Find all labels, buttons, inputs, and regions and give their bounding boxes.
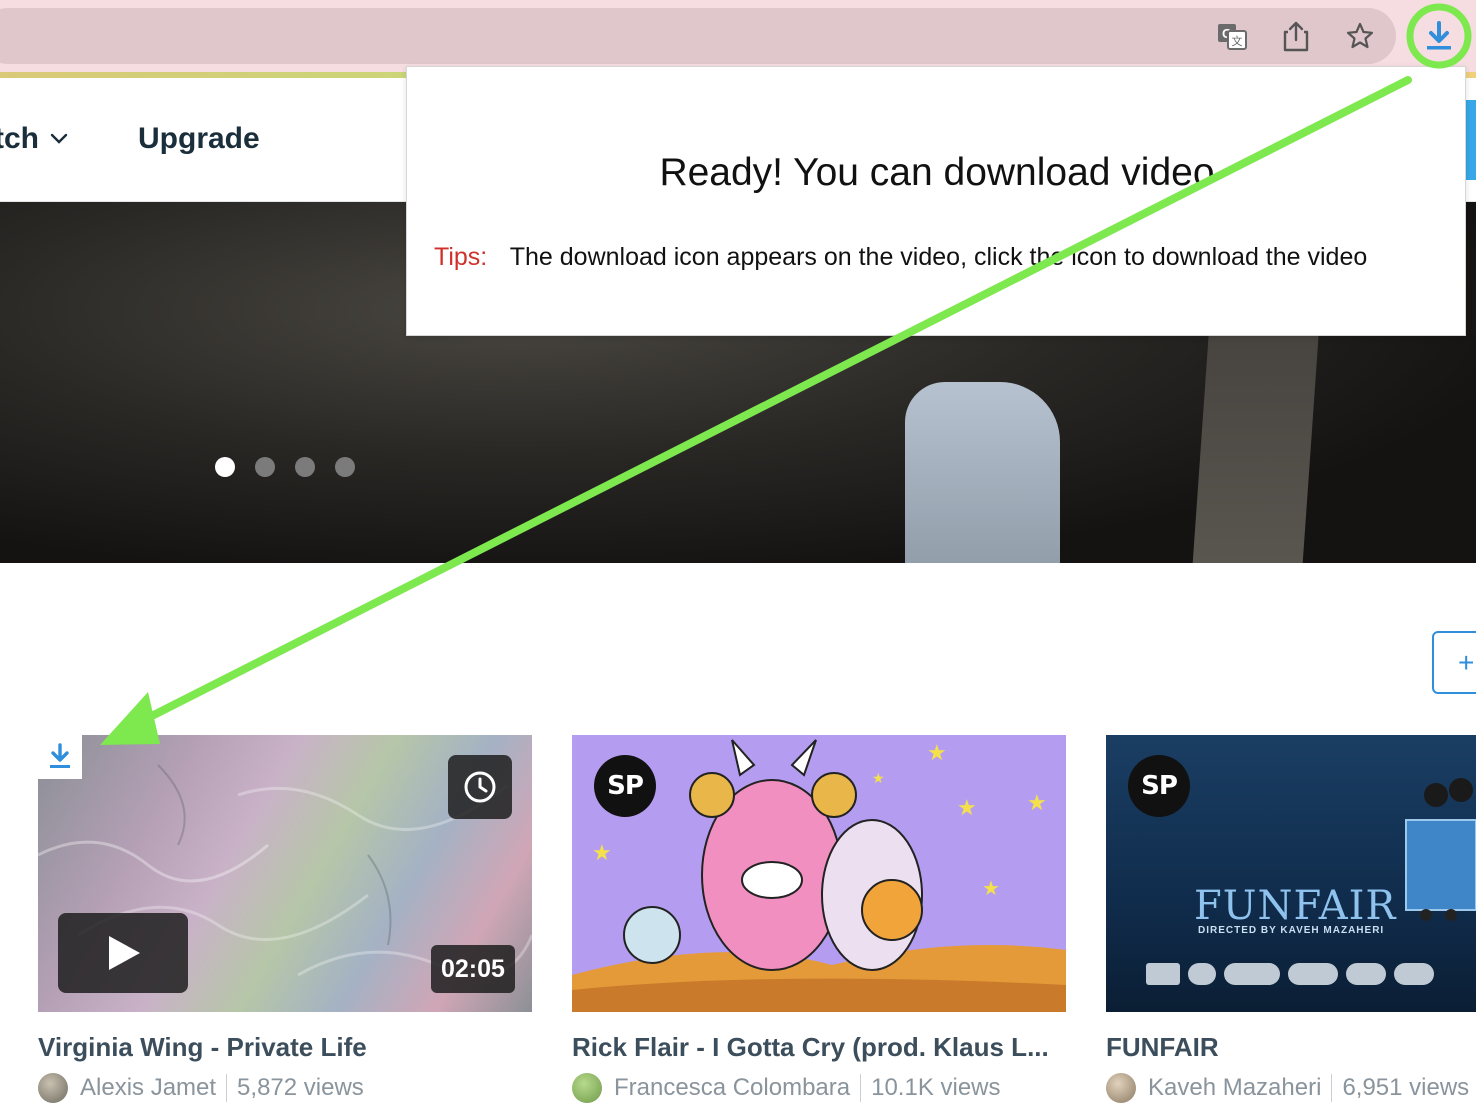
carousel-dot[interactable] (335, 457, 355, 477)
play-button[interactable] (58, 913, 188, 993)
video-views: 5,872 views (237, 1074, 364, 1101)
meta-divider (1331, 1074, 1333, 1102)
avatar[interactable] (38, 1073, 68, 1103)
nav-upgrade[interactable]: Upgrade (138, 122, 260, 156)
video-card[interactable]: ★ ★ ★ ★ ★ ★ SP Rick Flair - I Gotta Cry … (572, 735, 1066, 1103)
translate-icon[interactable]: G 文 (1212, 16, 1252, 56)
nav-watch[interactable]: tch (0, 122, 69, 156)
add-button-label: + (1458, 646, 1475, 678)
page: G 文 tch Upgrad (0, 0, 1476, 1106)
meta-divider (860, 1074, 862, 1102)
video-meta: Francesca Colombara 10.1K views (572, 1073, 1001, 1103)
popup-tips: Tips: The download icon appears on the v… (434, 243, 1367, 272)
video-meta: Kaveh Mazaheri 6,951 views (1106, 1073, 1469, 1103)
add-button[interactable]: + (1432, 631, 1476, 694)
video-title[interactable]: Rick Flair - I Gotta Cry (prod. Klaus L.… (572, 1032, 1049, 1063)
browser-toolbar: G 文 (0, 0, 1476, 74)
video-author[interactable]: Francesca Colombara (614, 1074, 850, 1102)
video-views: 10.1K views (871, 1074, 1001, 1101)
carousel-dots (215, 457, 355, 477)
meta-divider (226, 1074, 228, 1102)
svg-text:★: ★ (592, 840, 612, 865)
download-icon (50, 743, 70, 768)
avatar[interactable] (572, 1073, 602, 1103)
svg-text:★: ★ (982, 878, 1000, 900)
svg-text:文: 文 (1232, 34, 1243, 48)
svg-text:★: ★ (872, 770, 885, 786)
video-thumbnail[interactable]: FUNFAIR DIRECTED BY KAVEH MAZAHERI SP (1106, 735, 1476, 1012)
tips-label: Tips: (434, 243, 488, 271)
svg-text:★: ★ (957, 795, 977, 820)
carousel-dot[interactable] (215, 457, 235, 477)
popup-title: Ready! You can download video (659, 151, 1215, 194)
video-views: 6,951 views (1342, 1074, 1470, 1101)
video-thumbnail[interactable]: 02:05 (38, 735, 532, 1012)
video-download-button[interactable] (38, 735, 82, 779)
sp-badge: SP (1128, 755, 1190, 817)
video-duration: 02:05 (431, 945, 515, 993)
clock-icon (464, 771, 496, 803)
video-thumbnail[interactable]: ★ ★ ★ ★ ★ ★ SP (572, 735, 1066, 1012)
bookmark-star-icon[interactable] (1340, 16, 1380, 56)
tips-text: The download icon appears on the video, … (509, 243, 1368, 271)
video-meta: Alexis Jamet 5,872 views (38, 1073, 364, 1103)
carousel-dot[interactable] (255, 457, 275, 477)
video-card[interactable]: FUNFAIR DIRECTED BY KAVEH MAZAHERI SP FU… (1106, 735, 1476, 1103)
svg-text:★: ★ (927, 740, 947, 765)
sp-badge: SP (594, 755, 656, 817)
play-icon (109, 936, 140, 970)
video-card[interactable]: 02:05 Virginia Wing - Private Life Alexi… (38, 735, 532, 1103)
hero-image-road (905, 382, 1060, 563)
watch-later-button[interactable] (448, 755, 512, 819)
video-author[interactable]: Alexis Jamet (80, 1074, 216, 1102)
chevron-down-icon (50, 133, 68, 144)
download-extension-icon[interactable] (1419, 16, 1459, 56)
nav-watch-label: tch (0, 122, 39, 155)
svg-text:★: ★ (1027, 790, 1047, 815)
address-bar[interactable] (0, 8, 1396, 64)
poster-credit: DIRECTED BY KAVEH MAZAHERI (1198, 925, 1385, 936)
poster-title: FUNFAIR (1194, 883, 1397, 929)
download-extension-popup: Ready! You can download video Tips: The … (406, 66, 1466, 336)
share-icon[interactable] (1276, 16, 1316, 56)
avatar[interactable] (1106, 1073, 1136, 1103)
video-title[interactable]: FUNFAIR (1106, 1032, 1219, 1063)
video-author[interactable]: Kaveh Mazaheri (1148, 1074, 1321, 1102)
carousel-dot[interactable] (295, 457, 315, 477)
video-title[interactable]: Virginia Wing - Private Life (38, 1032, 367, 1063)
